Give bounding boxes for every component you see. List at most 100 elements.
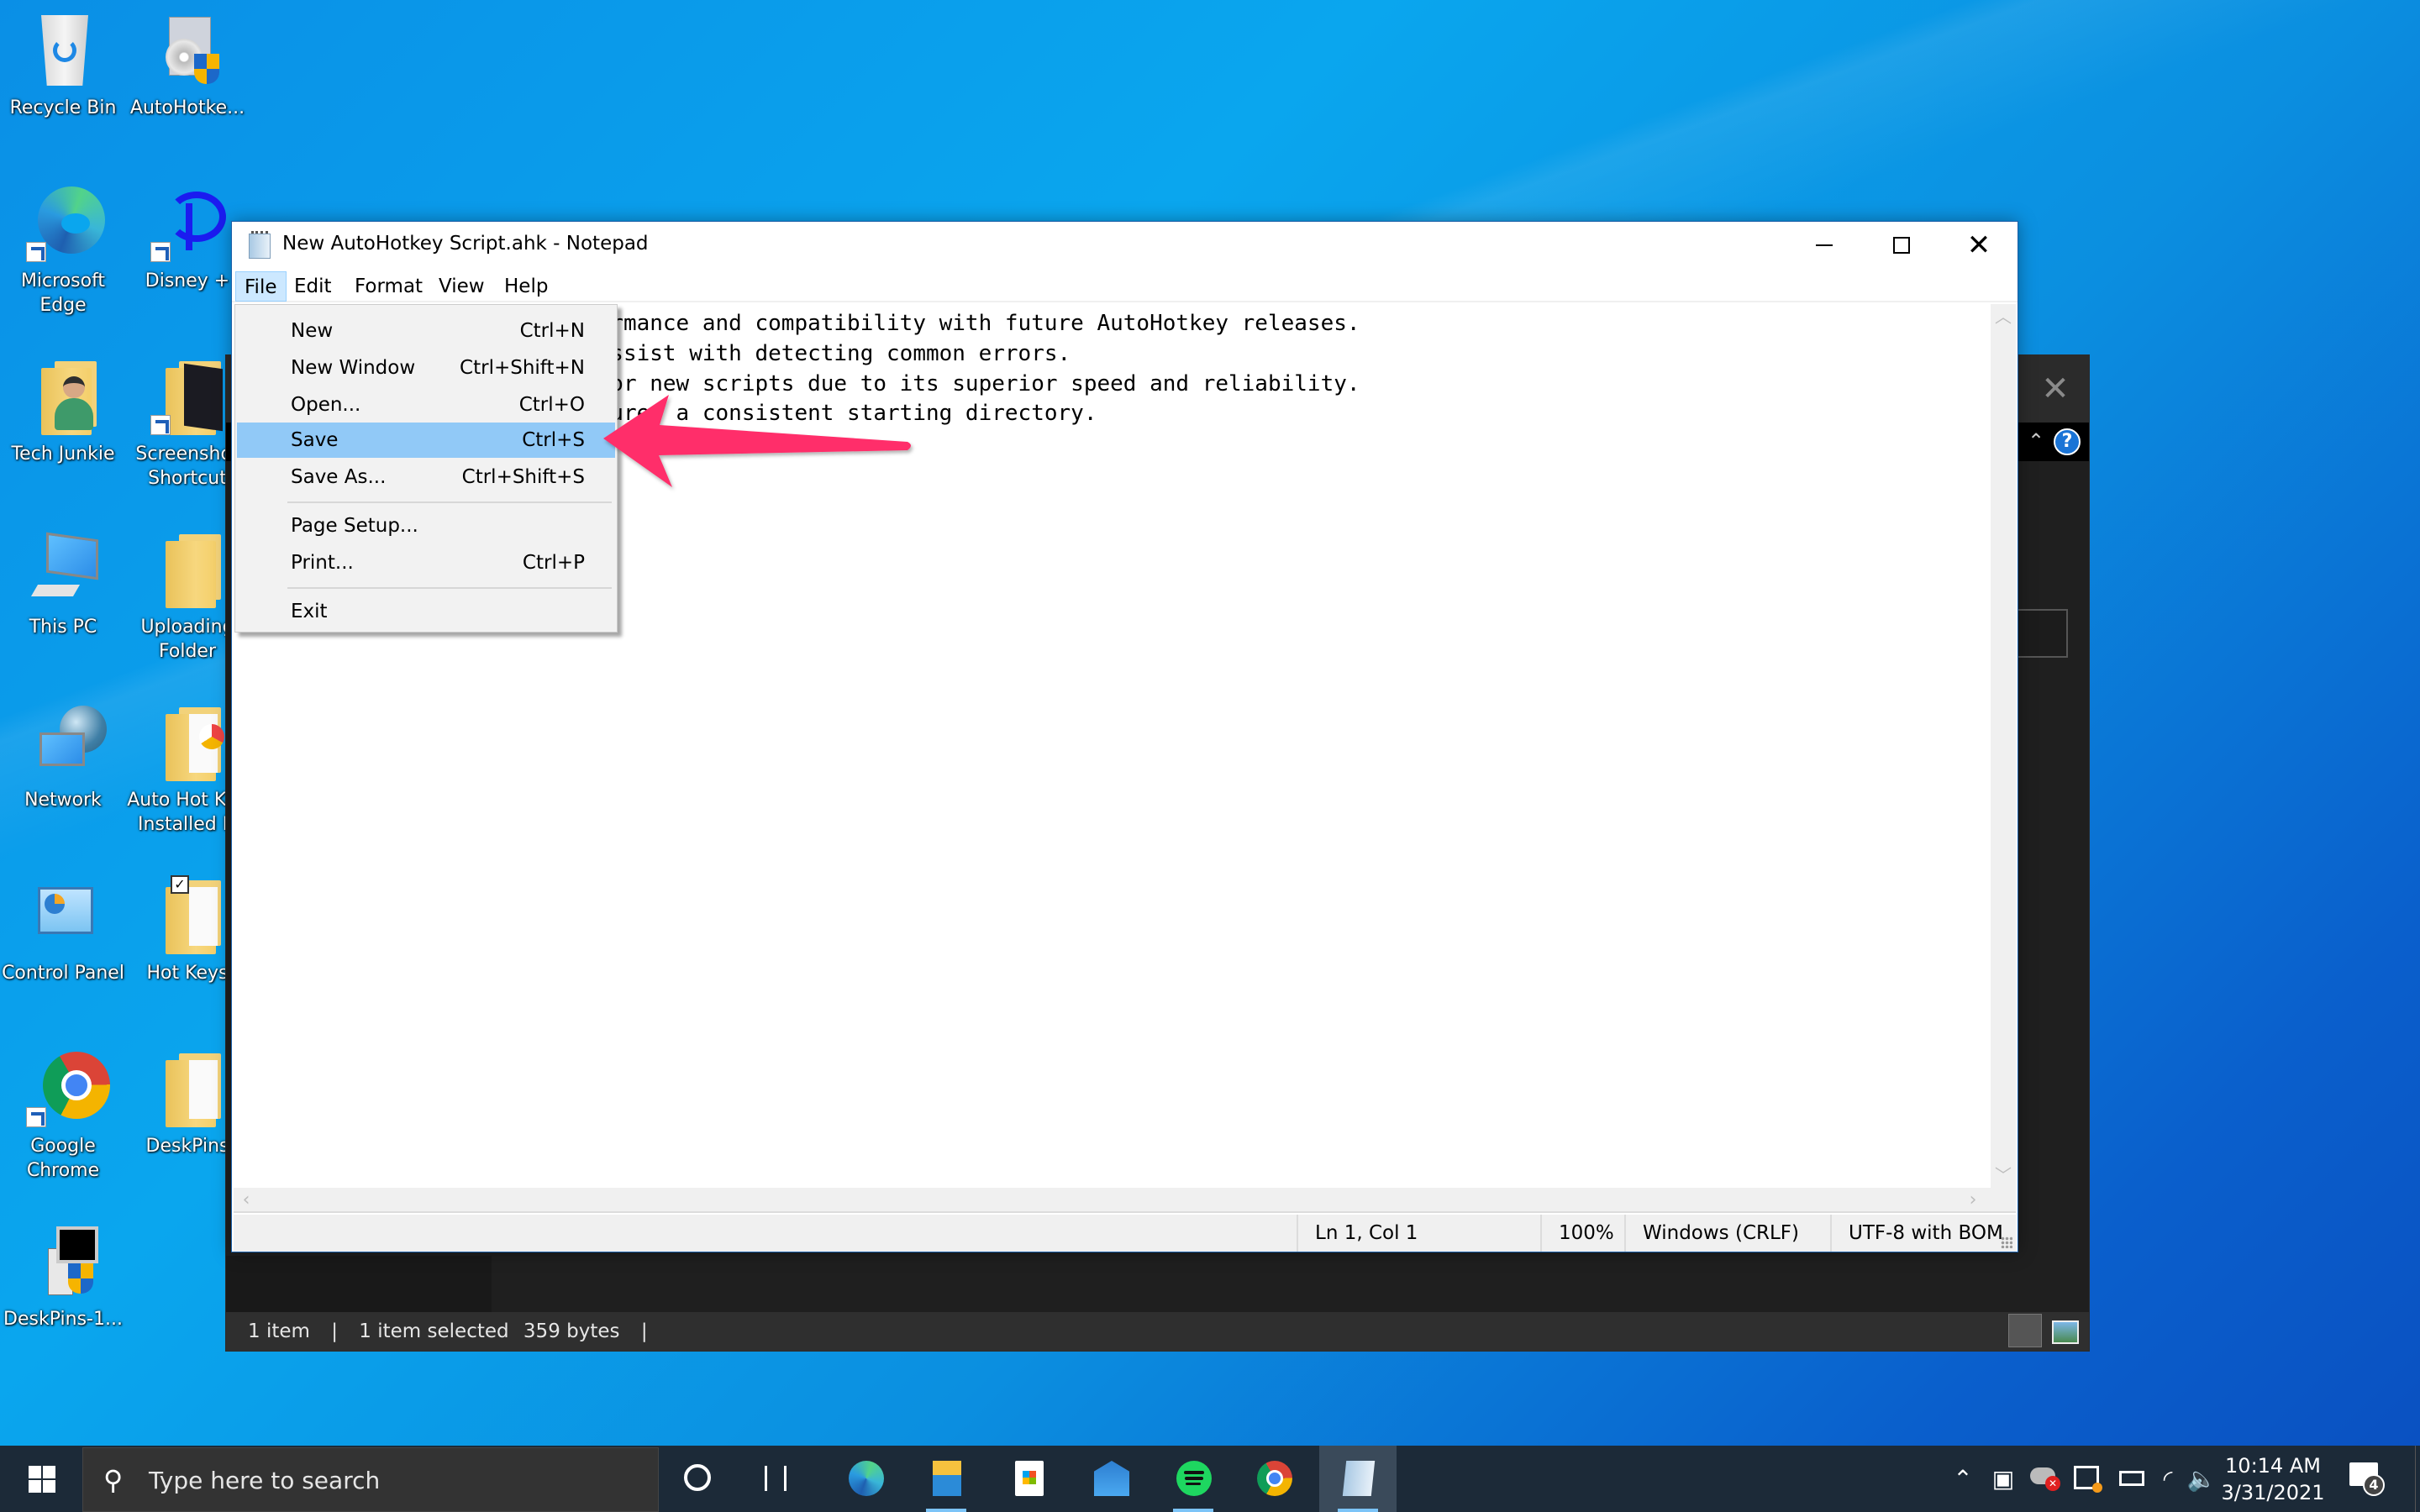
onedrive-button[interactable]: ✕ <box>2025 1446 2064 1512</box>
taskbar-cortana[interactable] <box>659 1446 736 1512</box>
menu-item-label: New <box>291 320 334 342</box>
encoding: UTF-8 with BOM <box>1830 1215 2015 1252</box>
desktop-icon-tech-junkie[interactable]: Tech Junkie <box>0 356 126 466</box>
vertical-scrollbar[interactable]: ︿ ﹀ <box>1991 304 2016 1188</box>
status-separator: | <box>640 1320 648 1342</box>
folder-icon <box>147 702 228 783</box>
menu-view[interactable]: View <box>430 271 493 302</box>
battery-button[interactable] <box>2111 1446 2149 1512</box>
chevron-up-icon: ⌃ <box>1953 1465 1973 1493</box>
menu-edit[interactable]: Edit <box>286 271 340 302</box>
menu-item-page-setup[interactable]: Page Setup... <box>237 508 615 543</box>
menu-help[interactable]: Help <box>496 271 556 302</box>
checkbox-icon[interactable]: ✓ <box>171 875 189 894</box>
status-dot-icon <box>2092 1483 2102 1493</box>
menu-item-shortcut: Ctrl+O <box>518 394 585 416</box>
details-view-button[interactable] <box>2008 1314 2042 1347</box>
file-menu-dropdown: New Ctrl+N New Window Ctrl+Shift+N Open.… <box>234 304 618 633</box>
line-endings: Windows (CRLF) <box>1624 1215 1830 1252</box>
desktop-icon-edge[interactable]: Microsoft Edge <box>0 183 126 318</box>
running-indicator <box>926 1509 966 1512</box>
menu-item-new-window[interactable]: New Window Ctrl+Shift+N <box>237 350 615 386</box>
taskbar-mail[interactable] <box>1072 1446 1150 1512</box>
network-icon <box>23 702 107 783</box>
menu-item-shortcut: Ctrl+P <box>522 552 585 574</box>
taskbar: ⚲ Type here to search ⌃ ▣ ✕ ◜ 🔈 10:14 AM… <box>0 1446 2420 1512</box>
start-button[interactable] <box>0 1446 81 1512</box>
taskbar-file-explorer[interactable] <box>908 1446 985 1512</box>
volume-icon: 🔈 <box>2186 1465 2217 1493</box>
volume-button[interactable]: 🔈 <box>2185 1446 2218 1512</box>
menu-item-save-as[interactable]: Save As... Ctrl+Shift+S <box>237 459 615 495</box>
search-icon: ⚲ <box>103 1464 124 1496</box>
shortcut-arrow-icon <box>26 242 46 262</box>
horizontal-scrollbar[interactable]: ‹ › <box>234 1188 2016 1213</box>
resize-grip-icon[interactable] <box>2001 1236 2012 1248</box>
error-badge-icon: ✕ <box>2045 1476 2060 1491</box>
minimize-button[interactable] <box>1786 222 1863 269</box>
action-center-button[interactable]: 4 <box>2344 1459 2385 1498</box>
display-sync-button[interactable] <box>2067 1446 2106 1512</box>
taskbar-clock[interactable]: 10:14 AM 3/31/2021 <box>2218 1452 2328 1506</box>
file-explorer-icon <box>933 1461 961 1496</box>
desktop-icon-control-panel[interactable]: Control Panel <box>0 875 126 985</box>
windows-logo-icon <box>29 1466 55 1493</box>
task-view-icon <box>765 1466 786 1491</box>
mail-icon <box>1094 1461 1129 1496</box>
taskbar-search-box[interactable]: ⚲ Type here to search <box>82 1447 659 1512</box>
menu-item-exit[interactable]: Exit <box>237 594 615 629</box>
desktop-icon-autohotkey[interactable]: AutoHotke... <box>124 10 250 120</box>
scroll-left-icon[interactable]: ‹ <box>234 1188 259 1213</box>
running-indicator <box>1173 1509 1213 1512</box>
taskbar-notepad[interactable] <box>1319 1446 1397 1512</box>
search-placeholder: Type here to search <box>149 1467 381 1494</box>
taskbar-spotify[interactable] <box>1155 1446 1232 1512</box>
network-button[interactable]: ◜ <box>2151 1446 2185 1512</box>
clock-time: 10:14 AM <box>2225 1454 2321 1478</box>
desktop-icon-label: Recycle Bin <box>9 97 117 118</box>
taskbar-edge[interactable] <box>827 1446 904 1512</box>
window-title: New AutoHotkey Script.ahk - Notepad <box>282 233 649 255</box>
menu-item-shortcut: Ctrl+S <box>522 429 585 451</box>
menu-item-open[interactable]: Open... Ctrl+O <box>237 387 615 423</box>
taskbar-task-view[interactable] <box>736 1446 813 1512</box>
chrome-icon <box>23 1048 110 1129</box>
maximize-button[interactable] <box>1863 222 1940 269</box>
desktop-icon-label: Control Panel <box>2 963 124 984</box>
menu-item-save[interactable]: Save Ctrl+S <box>237 423 615 458</box>
menu-item-print[interactable]: Print... Ctrl+P <box>237 545 615 580</box>
screenshot-folder-icon <box>147 356 228 437</box>
help-icon[interactable]: ? <box>2054 428 2081 455</box>
selected-count: 1 item selected <box>359 1320 509 1342</box>
desktop-icon-google-chrome[interactable]: Google Chrome <box>0 1048 126 1183</box>
item-count: 1 item <box>248 1320 310 1342</box>
clock-date: 3/31/2021 <box>2221 1481 2325 1504</box>
taskbar-chrome[interactable] <box>1235 1446 1313 1512</box>
menu-item-new[interactable]: New Ctrl+N <box>237 313 615 349</box>
large-icons-view-button[interactable] <box>2052 1320 2079 1344</box>
scroll-up-icon[interactable]: ︿ <box>1991 304 2016 329</box>
menu-file[interactable]: File <box>235 271 287 302</box>
show-hidden-icons-button[interactable]: ⌃ <box>1946 1446 1980 1512</box>
menu-item-label: Print... <box>291 552 354 574</box>
menu-separator <box>287 587 612 589</box>
cursor-position: Ln 1, Col 1 <box>1297 1215 1540 1252</box>
menu-format[interactable]: Format <box>346 271 431 302</box>
notepad-titlebar[interactable]: New AutoHotkey Script.ahk - Notepad ✕ <box>232 222 2018 269</box>
recycle-bin-icon <box>23 10 103 91</box>
desktop-icon-network[interactable]: Network <box>0 702 126 812</box>
menu-item-label: Save <box>291 429 339 451</box>
folder-icon <box>147 1048 228 1129</box>
desktop-icon-this-pc[interactable]: This PC <box>0 529 126 639</box>
menu-item-label: Page Setup... <box>291 515 418 537</box>
meet-now-button[interactable]: ▣ <box>1986 1446 2020 1512</box>
desktop-icon-recycle-bin[interactable]: Recycle Bin <box>0 10 126 120</box>
taskbar-microsoft-store[interactable] <box>990 1446 1067 1512</box>
ribbon-expand-chevron-icon[interactable]: ⌃ <box>2023 429 2049 454</box>
scroll-down-icon[interactable]: ﹀ <box>1991 1163 2016 1188</box>
show-desktop-button[interactable] <box>2415 1446 2420 1512</box>
close-button[interactable]: ✕ <box>1940 222 2018 269</box>
explorer-close-button[interactable]: ✕ <box>2039 372 2072 406</box>
scroll-right-icon[interactable]: › <box>1960 1188 1986 1213</box>
desktop-icon-deskpins-installer[interactable]: DeskPins-1... <box>0 1221 126 1331</box>
